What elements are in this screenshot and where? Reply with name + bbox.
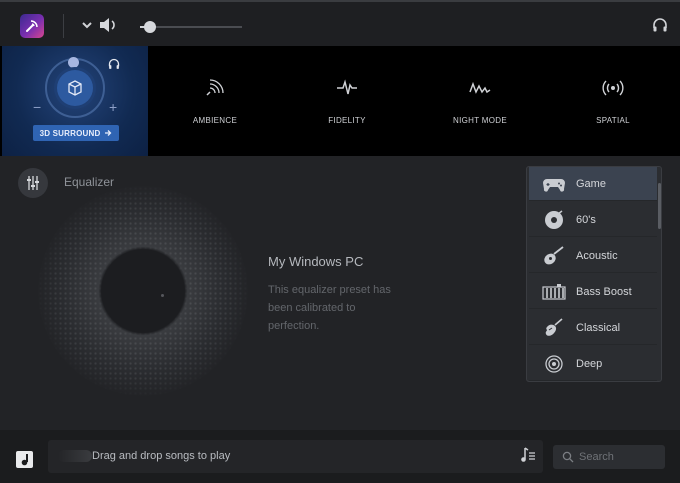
preset-name: My Windows PC	[268, 254, 364, 269]
visualizer-center	[161, 294, 164, 297]
chevron-down-icon[interactable]	[80, 17, 94, 33]
effect-night-mode[interactable]: NIGHT MODE	[436, 46, 524, 156]
preset-deep[interactable]: Deep	[529, 347, 657, 381]
preset-game[interactable]: Game	[529, 167, 657, 201]
surround-panel[interactable]: − + 3D SURROUND	[2, 46, 148, 156]
cube-icon	[57, 70, 93, 106]
night-mode-icon	[469, 81, 491, 94]
preset-list-scrollbar[interactable]	[658, 183, 661, 229]
equalizer-button[interactable]	[18, 168, 48, 198]
music-note-logo-icon[interactable]	[16, 451, 33, 468]
effect-fidelity[interactable]: FIDELITY	[303, 46, 391, 156]
preset-label: Bass Boost	[576, 285, 632, 298]
preset-label: Acoustic	[576, 249, 618, 262]
search-input[interactable]	[579, 451, 659, 463]
effect-label: SPATIAL	[596, 116, 630, 125]
preset-bass-boost[interactable]: Bass Boost	[529, 275, 657, 309]
spiral-icon	[545, 354, 563, 373]
surround-dial-knob[interactable]	[68, 57, 79, 68]
equalizer-panel: Equalizer My Windows PC This equalizer p…	[0, 156, 680, 430]
effect-label: NIGHT MODE	[453, 116, 507, 125]
equalizer-visualizer-dots	[38, 186, 248, 396]
equalizer-title: Equalizer	[64, 175, 115, 189]
search-box[interactable]	[553, 445, 665, 469]
app-logo-icon[interactable]	[20, 14, 44, 38]
vinyl-record-icon	[545, 209, 563, 229]
preset-acoustic[interactable]: Acoustic	[529, 239, 657, 273]
drop-zone-fade	[58, 450, 92, 462]
violin-icon	[545, 317, 563, 336]
preset-label: Game	[576, 177, 606, 190]
preset-label: Classical	[576, 321, 621, 334]
search-icon	[562, 451, 574, 463]
preset-60s[interactable]: 60's	[529, 203, 657, 237]
effect-label: AMBIENCE	[192, 116, 238, 125]
effect-label: FIDELITY	[328, 116, 366, 125]
surround-increase-button[interactable]: +	[109, 99, 117, 115]
headphones-icon[interactable]	[652, 17, 668, 33]
top-bar	[0, 0, 680, 46]
fidelity-icon	[337, 79, 357, 95]
preset-description: This equalizer preset has been calibrate…	[268, 284, 391, 332]
drop-zone-text: Drag and drop songs to play	[92, 450, 231, 462]
effect-spatial[interactable]: SPATIAL	[569, 46, 657, 156]
volume-slider-thumb[interactable]	[144, 21, 156, 33]
acoustic-guitar-icon	[544, 245, 564, 264]
toolbar-divider	[63, 14, 64, 38]
equalizer-bars-icon	[542, 283, 566, 300]
effect-ambience[interactable]: AMBIENCE	[171, 46, 259, 156]
headphones-icon	[108, 57, 120, 69]
playlist-icon[interactable]	[520, 446, 536, 464]
effects-bar: − + 3D SURROUND AMBIENCE FIDELITY NIGHT …	[0, 46, 680, 156]
gamepad-icon	[543, 178, 565, 192]
ambience-icon	[206, 79, 224, 96]
equalizer-sliders-icon	[27, 176, 39, 190]
bottom-bar: Drag and drop songs to play	[0, 430, 680, 483]
preset-label: 60's	[576, 213, 596, 226]
3d-surround-label: 3D SURROUND	[39, 128, 101, 138]
spatial-icon	[602, 80, 624, 96]
3d-surround-button[interactable]: 3D SURROUND	[33, 125, 119, 141]
preset-label: Deep	[576, 357, 603, 370]
preset-list[interactable]: Game 60's Acoustic Bass Boost Classical …	[526, 166, 662, 382]
preset-classical[interactable]: Classical	[529, 311, 657, 345]
arrow-right-icon	[105, 130, 112, 136]
volume-icon[interactable]	[98, 16, 118, 34]
surround-decrease-button[interactable]: −	[33, 99, 41, 115]
